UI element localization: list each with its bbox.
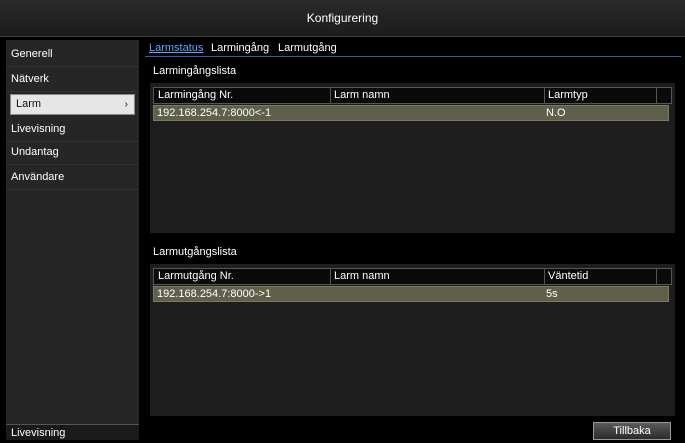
sidebar-item-label: Undantag xyxy=(11,146,59,158)
column-header[interactable]: Väntetid xyxy=(548,269,588,284)
table-header: Larmutgång Nr. Larm namn Väntetid xyxy=(153,268,672,285)
sidebar-item-label: Användare xyxy=(11,171,65,183)
input-number-cell: 192.168.254.7:8000<-1 xyxy=(157,107,272,119)
sidebar-item-label: Generell xyxy=(11,48,53,60)
column-divider xyxy=(544,88,545,103)
sidebar-item-label: Larm xyxy=(16,98,42,110)
tab-larmingang[interactable]: Larmingång xyxy=(211,42,269,54)
window-title: Konfigurering xyxy=(0,0,685,37)
alarm-type-cell: N.O xyxy=(546,107,566,119)
column-header[interactable]: Larmutgång Nr. xyxy=(158,269,234,284)
column-divider xyxy=(656,269,657,284)
back-button[interactable]: Tillbaka xyxy=(593,422,671,440)
outputs-list-title: Larmutgångslista xyxy=(153,246,237,258)
table-row[interactable]: 192.168.254.7:8000->1 5s xyxy=(153,286,669,302)
sidebar: Generell Nätverk Larm › Livevisning Undan… xyxy=(6,40,139,440)
sidebar-item-label: Nätverk xyxy=(11,73,49,85)
sidebar-item-generell[interactable]: Generell xyxy=(6,42,139,67)
chevron-right-icon: › xyxy=(124,99,128,110)
column-header[interactable]: Larm namn xyxy=(334,269,390,284)
wait-time-cell: 5s xyxy=(546,288,558,300)
outputs-table: Larmutgång Nr. Larm namn Väntetid 192.16… xyxy=(150,264,675,416)
column-divider xyxy=(656,88,657,103)
column-divider xyxy=(330,269,331,284)
main-content: Larmstatus Larmingång Larmutgång Larming… xyxy=(145,40,681,440)
tab-larmutgang[interactable]: Larmutgång xyxy=(278,42,337,54)
column-header[interactable]: Larmingång Nr. xyxy=(158,88,233,103)
live-view-button[interactable]: Livevisning xyxy=(6,424,139,440)
column-header[interactable]: Larmtyp xyxy=(548,88,588,103)
inputs-list-title: Larmingångslista xyxy=(153,65,237,77)
sidebar-item-natverk[interactable]: Nätverk xyxy=(6,67,139,92)
sidebar-item-larm[interactable]: Larm › xyxy=(10,94,135,115)
table-row[interactable]: 192.168.254.7:8000<-1 N.O xyxy=(153,105,669,121)
column-divider xyxy=(330,88,331,103)
table-header: Larmingång Nr. Larm namn Larmtyp xyxy=(153,87,672,104)
output-number-cell: 192.168.254.7:8000->1 xyxy=(157,288,272,300)
sidebar-item-livevisning[interactable]: Livevisning xyxy=(6,117,139,142)
tab-divider xyxy=(145,56,681,57)
column-header[interactable]: Larm namn xyxy=(334,88,390,103)
sidebar-item-label: Livevisning xyxy=(11,123,66,135)
column-divider xyxy=(544,269,545,284)
sidebar-item-anvandare[interactable]: Användare xyxy=(6,165,139,190)
tab-larmstatus[interactable]: Larmstatus xyxy=(149,42,203,54)
inputs-table: Larmingång Nr. Larm namn Larmtyp 192.168… xyxy=(150,83,675,233)
sidebar-item-undantag[interactable]: Undantag xyxy=(6,140,139,165)
